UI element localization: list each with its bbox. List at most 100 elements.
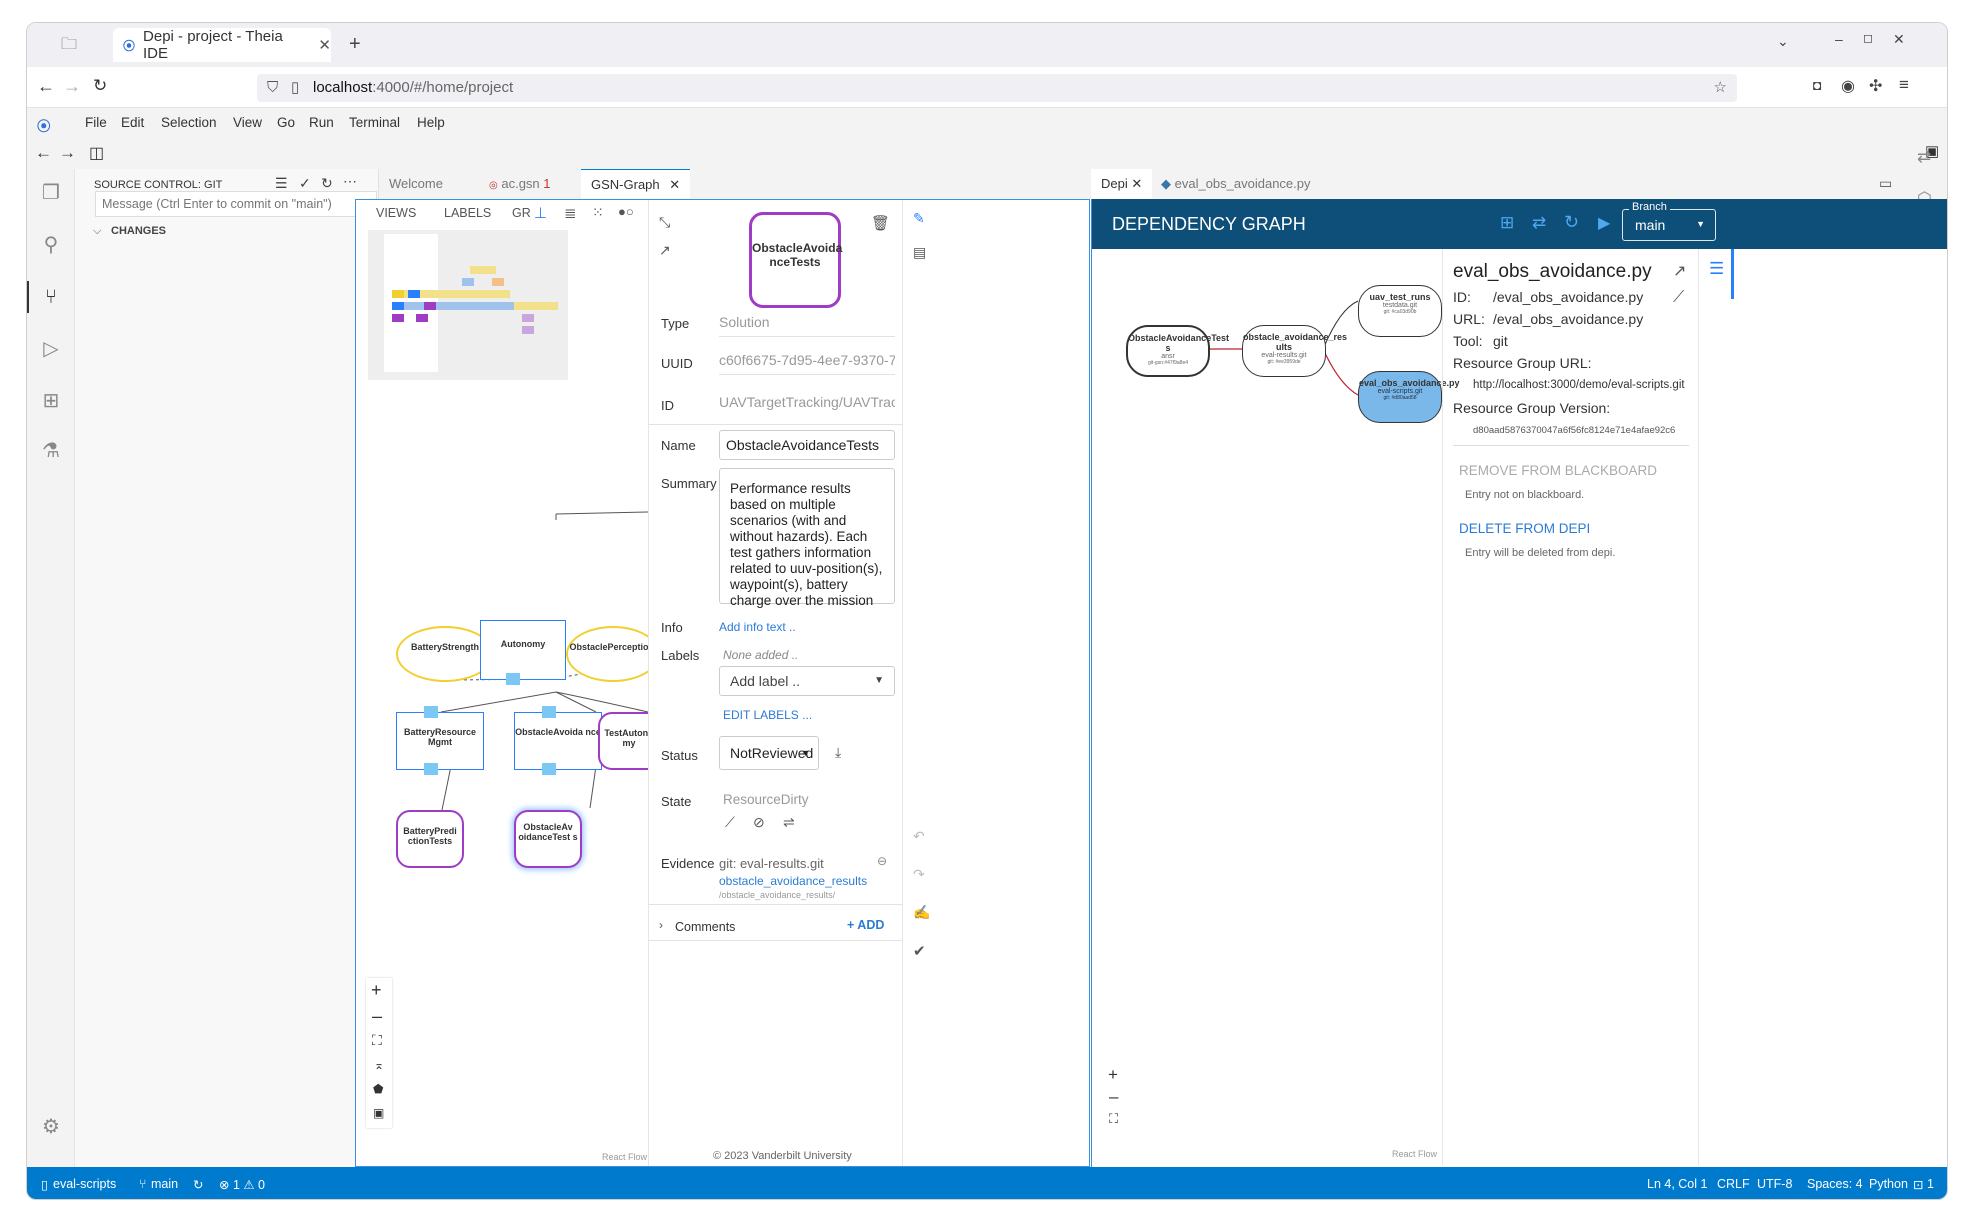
commit-message-input[interactable] xyxy=(95,191,377,217)
hierarchy-icon[interactable]: ⊞ xyxy=(1500,213,1514,233)
source-control-icon[interactable]: ⑂ xyxy=(39,285,63,309)
remove-from-blackboard-button[interactable]: REMOVE FROM BLACKBOARD xyxy=(1459,463,1657,478)
extensions-icon[interactable]: ✣ xyxy=(1869,76,1882,96)
undo-icon[interactable]: ↶ xyxy=(913,828,925,845)
edit-labels-button[interactable]: EDIT LABELS ... xyxy=(723,708,812,722)
tab-overview-icon[interactable]: 🗀 xyxy=(61,33,77,60)
refresh-icon[interactable]: ↻ xyxy=(321,175,333,192)
status-encoding[interactable]: UTF-8 xyxy=(1757,1177,1792,1191)
document-icon[interactable]: ▤ xyxy=(913,244,926,261)
status-select[interactable]: NotReviewed ▼ xyxy=(719,736,819,770)
menu-terminal[interactable]: Terminal xyxy=(349,115,400,130)
tab-eval-obs[interactable]: ◆ eval_obs_avoidance.py xyxy=(1151,169,1335,199)
collapse-icon[interactable]: ⌅ xyxy=(374,1058,384,1072)
list-view-icon[interactable]: ☰ xyxy=(1709,259,1724,279)
swap-icon[interactable]: ⇄ xyxy=(1532,213,1546,233)
open-external-icon[interactable]: ↗ xyxy=(659,242,671,259)
changes-header[interactable]: CHANGES xyxy=(111,225,166,237)
comment-edit-icon[interactable]: ✍ xyxy=(913,904,930,921)
delete-icon[interactable]: 🗑 xyxy=(871,214,890,232)
play-icon[interactable]: ▶ xyxy=(1598,213,1610,233)
name-input[interactable]: ObstacleAvoidanceTests xyxy=(719,430,895,460)
comments-chevron-icon[interactable]: › xyxy=(659,918,663,932)
sync-icon[interactable]: ↻ xyxy=(193,1177,203,1192)
depi-node-obstacle-tests[interactable]: ObstacleAvoidanceTest s ansr git-gsn:#47… xyxy=(1126,325,1229,377)
extensions-view-icon[interactable]: ⊞ xyxy=(39,389,63,413)
search-icon[interactable]: ⚲ xyxy=(39,233,63,257)
pocket-icon[interactable]: ◘ xyxy=(1813,77,1821,93)
depi-canvas[interactable]: ObstacleAvoidanceTest s ansr git-gsn:#47… xyxy=(1092,249,1460,1165)
menu-run[interactable]: Run xyxy=(309,115,334,130)
gsn-node-battery-resource[interactable]: BatteryResource Mgmt xyxy=(396,712,484,770)
add-comment-button[interactable]: + ADD xyxy=(847,918,884,932)
menu-file[interactable]: File xyxy=(85,115,107,130)
status-position[interactable]: Ln 4, Col 1 xyxy=(1647,1177,1707,1191)
tab-ac-gsn[interactable]: ◎ ac.gsn 1 xyxy=(479,169,561,199)
check-circle-icon[interactable]: ✔ xyxy=(913,942,926,960)
remove-evidence-icon[interactable]: ⊖ xyxy=(877,854,887,868)
edit-notes-icon[interactable]: ✎ xyxy=(913,210,925,227)
gsn-node-autonomy[interactable]: Autonomy xyxy=(480,620,566,680)
branch-select[interactable]: Branch main ▼ xyxy=(1622,201,1716,241)
status-branch[interactable]: main xyxy=(151,1177,178,1191)
status-spaces[interactable]: Spaces: 4 xyxy=(1807,1177,1863,1191)
scm-menu-icon[interactable]: ☰ xyxy=(275,175,288,192)
explorer-icon[interactable]: ❐ xyxy=(39,181,63,205)
evidence-link[interactable]: obstacle_avoidance_results xyxy=(719,874,867,888)
close-tab-icon[interactable]: ✕ xyxy=(1131,176,1142,191)
unlink-icon[interactable]: ⊘ xyxy=(753,814,765,831)
download-icon[interactable]: ⤓ xyxy=(835,744,841,761)
gsn-node-battery-prediction[interactable]: BatteryPredi ctionTests xyxy=(396,810,464,868)
status-problems[interactable]: ⊗ 1 ⚠ 0 xyxy=(219,1177,265,1192)
maximize-icon[interactable]: ◻ xyxy=(1863,31,1873,45)
node-handle[interactable] xyxy=(424,763,438,775)
run-debug-icon[interactable]: ▷ xyxy=(39,337,63,361)
trend-icon[interactable]: ⟋ xyxy=(1673,289,1684,307)
commit-check-icon[interactable]: ✓ xyxy=(299,175,311,192)
reload-icon[interactable]: ↻ xyxy=(93,76,107,96)
git-compare-icon[interactable]: ⇄ xyxy=(1917,147,1931,167)
redo-icon[interactable]: ↷ xyxy=(913,866,925,883)
tab-depi[interactable]: Depi ✕ xyxy=(1091,169,1153,199)
status-repo[interactable]: eval-scripts xyxy=(53,1177,116,1191)
close-window-icon[interactable]: ✕ xyxy=(1893,31,1905,48)
comments-label[interactable]: Comments xyxy=(675,920,735,934)
zoom-in-icon[interactable]: + xyxy=(371,980,382,1001)
tab-gsn-graph[interactable]: GSN-Graph ✕ xyxy=(581,169,691,199)
fit-view-icon[interactable]: ⛶ xyxy=(372,1032,382,1049)
label-tag-icon[interactable]: ⬟ xyxy=(373,1082,383,1096)
gsn-node-obstacle-avoidance[interactable]: ObstacleAvoida nce xyxy=(514,712,602,770)
delete-from-depi-button[interactable]: DELETE FROM DEPI xyxy=(1459,521,1590,536)
notification-icon[interactable]: ⊡ xyxy=(1913,1177,1923,1192)
tab-list-icon[interactable]: ⌄ xyxy=(1777,33,1789,50)
close-tab-icon[interactable]: ✕ xyxy=(318,36,331,54)
status-eol[interactable]: CRLF xyxy=(1717,1177,1750,1191)
gsn-node-test-autonomy[interactable]: TestAutono my xyxy=(598,712,648,770)
add-label-select[interactable]: Add label .. ▼ xyxy=(719,666,895,696)
settings-gear-icon[interactable]: ⚙ xyxy=(39,1115,63,1139)
split-editor-icon[interactable]: ▭ xyxy=(1879,175,1892,192)
node-handle[interactable] xyxy=(424,706,438,718)
trend-icon[interactable]: ⟋ xyxy=(725,814,735,831)
status-language[interactable]: Python xyxy=(1869,1177,1908,1191)
collapse-details-icon[interactable]: ⤡ xyxy=(659,214,670,231)
menu-help[interactable]: Help xyxy=(417,115,445,130)
refresh-graph-icon[interactable]: ↻ xyxy=(1564,212,1579,233)
menu-view[interactable]: View xyxy=(233,115,262,130)
image-icon[interactable]: ▣ xyxy=(373,1106,384,1120)
nav-back-icon[interactable]: ← xyxy=(35,143,52,163)
menu-selection[interactable]: Selection xyxy=(161,115,217,130)
summary-textarea[interactable]: Performance results based on multiple sc… xyxy=(719,468,895,608)
forward-icon[interactable]: → xyxy=(63,76,81,97)
gsn-node-obstacle-avoidance-tests[interactable]: ObstacleAv oidanceTest s xyxy=(514,810,582,868)
zoom-in-icon[interactable]: + xyxy=(1108,1065,1118,1085)
gsn-canvas[interactable]: VIEWS LABELS GR ⊥ ≣ ⁙ ●○ BatteryStrength… xyxy=(356,200,648,1166)
new-tab-icon[interactable]: + xyxy=(349,33,361,56)
test-flask-icon[interactable]: ⚗ xyxy=(39,439,63,463)
depi-node-uav-test-runs[interactable]: uav_test_runs testdata.git git: #ca03d90… xyxy=(1358,285,1442,337)
url-field[interactable]: ⛉ ▯ localhost:4000/#/home/project ☆ xyxy=(257,74,1737,102)
changes-chevron-icon[interactable]: ⌵ xyxy=(93,225,101,238)
more-actions-icon[interactable]: ⋯ xyxy=(343,173,357,190)
app-menu-icon[interactable]: ≡ xyxy=(1899,75,1909,95)
link-icon[interactable]: ⇌ xyxy=(783,814,795,831)
